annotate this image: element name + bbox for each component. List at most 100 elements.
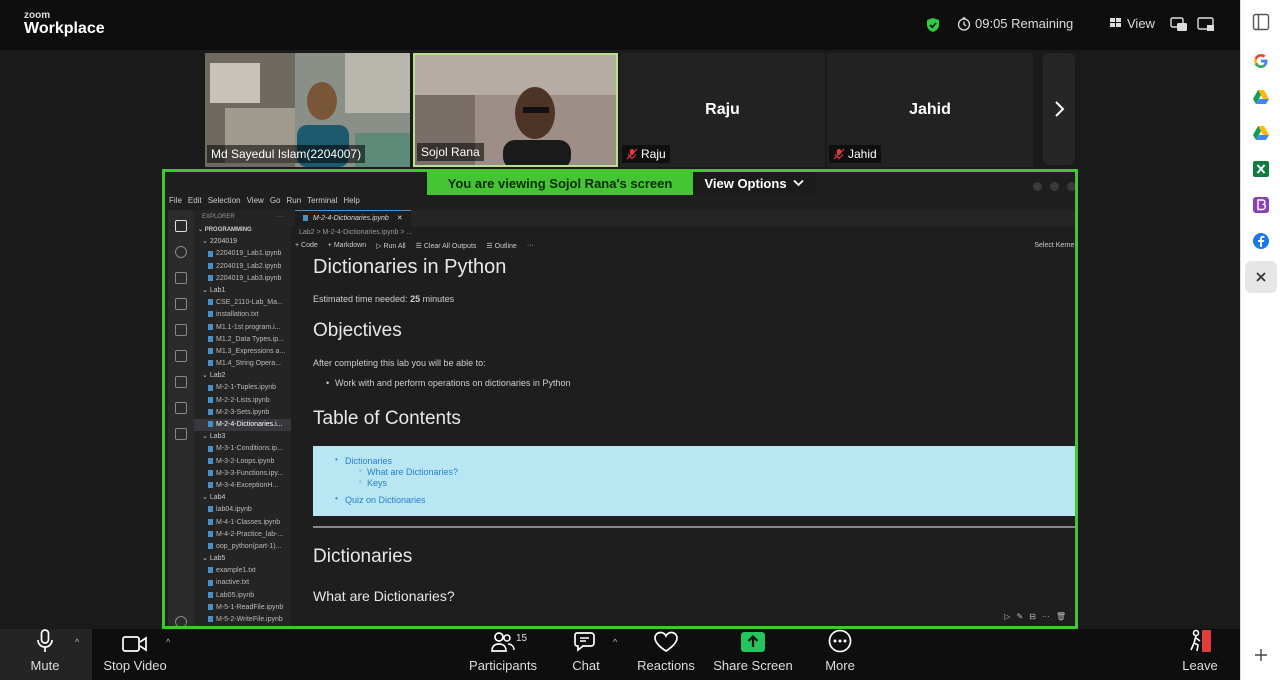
minimize-window-icon[interactable] [1197, 17, 1215, 32]
tree-file[interactable]: Lab05.ipynb [194, 590, 291, 602]
facebook-icon[interactable] [1252, 232, 1270, 250]
menu-file[interactable]: File [169, 196, 182, 210]
menu-terminal[interactable]: Terminal [307, 196, 337, 210]
tree-folder[interactable]: ⌄ Lab5 [194, 553, 291, 565]
more-icon[interactable]: ··· [527, 242, 534, 250]
tree-file[interactable]: M-2-4-Dictionaries.i... [194, 419, 291, 432]
tree-file[interactable]: M-4-2-Practice_lab-... [194, 529, 291, 541]
run-all-button[interactable]: ▷ Run All [376, 242, 406, 250]
more-button[interactable]: More [818, 629, 862, 680]
toc-link-keys[interactable]: Keys [367, 478, 387, 488]
chat-button[interactable]: Chat [566, 629, 606, 680]
source-control-icon[interactable] [175, 272, 187, 284]
audio-options-caret[interactable]: ^ [75, 637, 79, 647]
participant-tile-1[interactable]: Md Sayedul Islam(2204007) [205, 53, 410, 167]
window-maximize[interactable] [1050, 182, 1059, 191]
bookmark-app-icon[interactable] [1252, 196, 1270, 214]
tree-file[interactable]: M-4-1-Classes.ipynb [194, 517, 291, 529]
tree-file[interactable]: oop_python(part-1)... [194, 541, 291, 553]
add-icon[interactable] [1252, 646, 1270, 664]
toc-link-what-are[interactable]: What are Dictionaries? [367, 467, 458, 477]
google-drive-icon-2[interactable] [1252, 124, 1270, 142]
participant-tile-4[interactable]: Jahid Jahid [827, 53, 1033, 167]
menu-help[interactable]: Help [343, 196, 359, 210]
split-cell-icon[interactable]: ⊟ [1029, 612, 1036, 621]
add-markdown-button[interactable]: + Markdown [328, 242, 366, 250]
more-icon[interactable]: ··· [1042, 612, 1050, 621]
remote-explorer-icon[interactable] [175, 350, 187, 362]
tree-file[interactable]: M1.1-1st program.i... [194, 322, 291, 334]
run-cell-icon[interactable]: ▷ [1004, 612, 1010, 621]
chat-options-caret[interactable]: ^ [613, 637, 617, 647]
menu-edit[interactable]: Edit [188, 196, 202, 210]
tree-file[interactable]: M-5-1-ReadFile.ipynb [194, 602, 291, 614]
tree-file[interactable]: M-3-2-Loops.ipynb [194, 456, 291, 468]
docker-icon[interactable] [175, 402, 187, 414]
testing-icon[interactable] [175, 376, 187, 388]
pip-icon[interactable] [1170, 17, 1188, 32]
tree-file[interactable]: M-2-2-Lists.ipynb [194, 395, 291, 407]
tree-folder[interactable]: ⌄ 2204019 [194, 236, 291, 248]
tree-file[interactable]: M-2-1-Tuples.ipynb [194, 382, 291, 394]
tree-file[interactable]: installation.txt [194, 309, 291, 321]
tree-file[interactable]: M-2-3-Sets.ipynb [194, 407, 291, 419]
video-options-caret[interactable]: ^ [166, 637, 170, 647]
sidebar-toggle-icon[interactable] [1252, 13, 1270, 31]
tree-file[interactable]: 2204019_Lab3.ipynb [194, 273, 291, 285]
excel-icon[interactable] [1252, 160, 1270, 178]
tree-file[interactable]: example1.txt [194, 565, 291, 577]
share-screen-button[interactable]: Share Screen [713, 629, 793, 680]
tree-folder[interactable]: ⌄ Lab3 [194, 431, 291, 443]
close-panel-button[interactable] [1245, 261, 1277, 293]
extensions-icon[interactable] [175, 324, 187, 336]
next-page-button[interactable] [1043, 53, 1075, 165]
tree-file[interactable]: M-3-4-ExceptionH... [194, 480, 291, 492]
account-icon[interactable] [175, 616, 187, 626]
editor-tab[interactable]: M-2-4-Dictionaries.ipynb ✕ [295, 210, 411, 226]
menu-view[interactable]: View [247, 196, 264, 210]
tree-file[interactable]: M-3-3-Functions.ipy... [194, 468, 291, 480]
delete-cell-icon[interactable]: 🗑 [1056, 612, 1066, 621]
window-minimize[interactable] [1033, 182, 1042, 191]
toc-link-quiz[interactable]: Quiz on Dictionaries [345, 495, 426, 505]
more-actions-icon[interactable]: ··· [277, 214, 283, 220]
tree-file[interactable]: 2204019_Lab1.ipynb [194, 248, 291, 260]
tree-file[interactable]: M1.3_Expressions a... [194, 346, 291, 358]
tree-file[interactable]: M1.4_String Opera... [194, 358, 291, 370]
tree-folder[interactable]: ⌄ Lab2 [194, 370, 291, 382]
tree-file[interactable]: lab04.ipynb [194, 504, 291, 516]
run-debug-icon[interactable] [175, 298, 187, 310]
window-close[interactable] [1067, 182, 1075, 191]
reactions-button[interactable]: Reactions [636, 629, 696, 680]
tree-file[interactable]: M1.2_Data Types.ip... [194, 334, 291, 346]
tree-file[interactable]: 2204019_Lab2.ipynb [194, 261, 291, 273]
toc-link-dictionaries[interactable]: Dictionaries [345, 456, 392, 466]
tree-file[interactable]: CSE_2110-Lab_Ma... [194, 297, 291, 309]
tree-file[interactable]: M-3-1-Conditions.ip... [194, 443, 291, 455]
menu-selection[interactable]: Selection [208, 196, 241, 210]
menu-go[interactable]: Go [270, 196, 281, 210]
google-drive-icon[interactable] [1252, 88, 1270, 106]
edit-cell-icon[interactable]: ✎ [1016, 612, 1023, 621]
view-button[interactable]: View [1110, 16, 1155, 31]
clear-outputs-button[interactable]: ☰ Clear All Outputs [416, 242, 477, 250]
leave-button[interactable]: Leave [1180, 629, 1220, 680]
participants-button[interactable]: Participants [468, 629, 538, 680]
participant-tile-3[interactable]: Raju Raju [620, 53, 825, 167]
python-icon[interactable] [175, 428, 187, 440]
stop-video-button[interactable]: Stop Video [100, 629, 170, 680]
tree-folder[interactable]: ⌄ Lab1 [194, 285, 291, 297]
participant-tile-2[interactable]: Sojol Rana [413, 53, 618, 167]
explorer-icon[interactable] [175, 220, 187, 232]
select-kernel-button[interactable]: Select Kernel [1034, 242, 1075, 249]
workspace-root[interactable]: ⌄ PROGRAMMING [194, 224, 291, 236]
google-icon[interactable] [1252, 52, 1270, 70]
add-code-button[interactable]: + Code [295, 242, 318, 250]
menu-run[interactable]: Run [286, 196, 301, 210]
search-icon[interactable] [175, 246, 187, 258]
view-options-button[interactable]: View Options [693, 172, 815, 195]
close-tab-icon[interactable]: ✕ [397, 215, 403, 222]
mute-button[interactable]: Mute [20, 629, 70, 680]
shield-check-icon[interactable] [925, 17, 941, 33]
outline-button[interactable]: ☰ Outline [486, 242, 516, 250]
